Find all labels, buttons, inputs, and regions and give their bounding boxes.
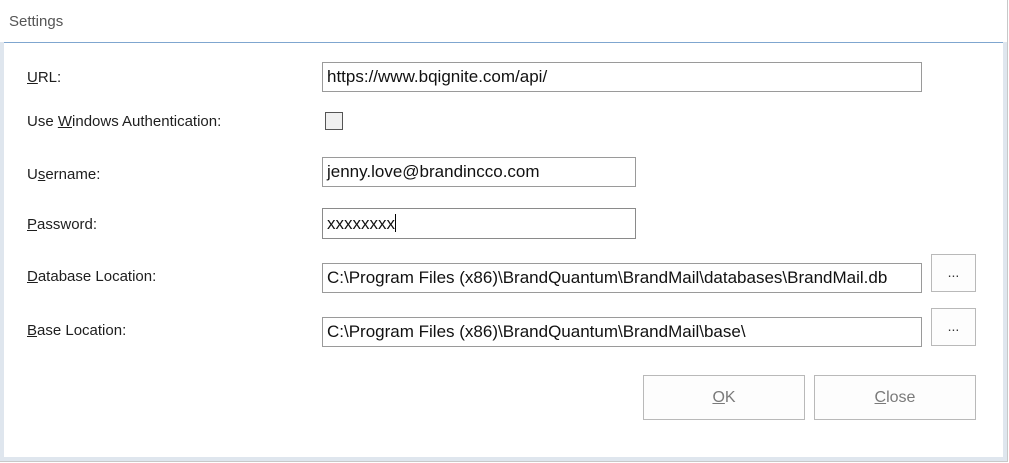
database-browse-button[interactable]: ... (931, 254, 976, 292)
url-input[interactable]: https://www.bqignite.com/api/ (322, 62, 922, 92)
ok-button[interactable]: OK (643, 375, 805, 420)
url-label: URL: (27, 69, 62, 86)
title-bar[interactable]: Settings (0, 0, 1007, 42)
right-frame (1003, 42, 1007, 461)
close-button[interactable]: Close (814, 375, 976, 420)
title-separator (4, 42, 1007, 43)
windows-auth-label: Use Windows Authentication: (27, 113, 222, 130)
text-caret (395, 214, 396, 232)
settings-dialog: Settings URL: https://www.bqignite.com/a… (0, 0, 1008, 462)
base-location-input[interactable]: C:\Program Files (x86)\BrandQuantum\Bran… (322, 317, 922, 347)
database-location-input[interactable]: C:\Program Files (x86)\BrandQuantum\Bran… (322, 263, 922, 293)
left-frame (0, 42, 4, 461)
windows-auth-checkbox[interactable] (325, 112, 343, 130)
base-browse-button[interactable]: ... (931, 308, 976, 346)
password-label: Password: (27, 216, 98, 233)
username-input[interactable]: jenny.love@brandincco.com (322, 157, 636, 187)
username-label: Username: (27, 166, 101, 183)
base-location-label: Base Location: (27, 322, 127, 339)
password-input[interactable]: xxxxxxxx (322, 208, 636, 239)
database-location-label: Database Location: (27, 268, 157, 285)
password-value: xxxxxxxx (327, 214, 395, 233)
bottom-frame (0, 457, 1007, 461)
window-title: Settings (9, 13, 64, 30)
